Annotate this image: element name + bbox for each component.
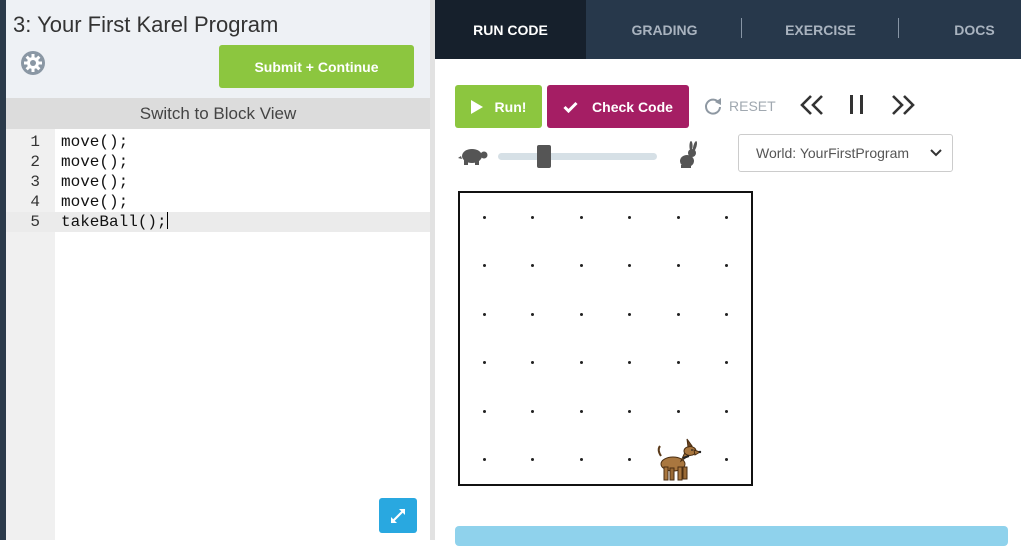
console-bar <box>455 526 1008 546</box>
check-code-button[interactable]: Check Code <box>547 85 689 128</box>
grid-corner-dot <box>482 458 486 462</box>
grid-corner-dot <box>482 312 486 316</box>
run-button[interactable]: Run! <box>455 85 542 128</box>
world-select[interactable]: World: YourFirstProgram <box>738 134 953 172</box>
grid-corner-dot <box>725 361 729 365</box>
grid-corner-dot <box>531 312 535 316</box>
code-line[interactable]: 1 move(); <box>6 132 430 152</box>
line-number: 4 <box>30 193 40 211</box>
switch-block-view-button[interactable]: Switch to Block View <box>6 98 430 129</box>
tab-run-code[interactable]: RUN CODE <box>435 0 586 59</box>
grid-corner-dot <box>579 264 583 268</box>
grid-corner-dot <box>676 264 680 268</box>
code-line[interactable]: 3 move(); <box>6 172 430 192</box>
chevron-down-icon <box>930 149 942 157</box>
code-text: move(); <box>61 153 129 171</box>
grid-corner-dot <box>579 361 583 365</box>
checkmark-icon <box>563 101 578 113</box>
grid-corner-dot <box>531 264 535 268</box>
karel-dog-icon <box>654 436 702 484</box>
grid-corner-dot <box>531 458 535 462</box>
play-icon <box>470 99 483 114</box>
grid-corner-dot <box>628 361 632 365</box>
grid-corner-dot <box>676 361 680 365</box>
line-number: 1 <box>30 133 40 151</box>
line-number: 5 <box>30 213 40 231</box>
line-number: 3 <box>30 173 40 191</box>
step-forward-icon[interactable] <box>889 92 917 118</box>
reset-label: RESET <box>729 98 776 114</box>
grid-corner-dot <box>531 361 535 365</box>
grid-corner-dot <box>531 215 535 219</box>
tab-exercise[interactable]: EXERCISE <box>743 0 898 59</box>
grid-corner-dot <box>482 215 486 219</box>
grid-corner-dot <box>628 409 632 413</box>
grid-corner-dot <box>482 361 486 365</box>
turtle-icon <box>458 149 488 165</box>
grid-corner-dot <box>579 409 583 413</box>
tab-grading[interactable]: GRADING <box>586 0 743 59</box>
karel-world-grid <box>458 191 753 486</box>
code-text: move(); <box>61 173 129 191</box>
grid-corner-dot <box>725 215 729 219</box>
grid-corner-dot <box>531 409 535 413</box>
step-back-icon[interactable] <box>798 92 826 118</box>
grid-corner-dot <box>579 312 583 316</box>
grid-corner-dot <box>725 458 729 462</box>
grid-corner-dot <box>482 409 486 413</box>
grid-corner-dot <box>725 312 729 316</box>
expand-icon <box>390 508 406 523</box>
grid-corner-dot <box>676 215 680 219</box>
output-pane: RUN CODE GRADING EXERCISE DOCS Run! Chec… <box>435 0 1021 546</box>
pause-icon[interactable] <box>843 92 871 118</box>
grid-corner-dot <box>725 409 729 413</box>
run-button-label: Run! <box>494 98 527 115</box>
grid-corner-dot <box>628 215 632 219</box>
reset-button[interactable]: RESET <box>703 93 776 119</box>
speed-slider-track[interactable] <box>498 153 657 160</box>
grid-corner-dot <box>628 264 632 268</box>
code-line[interactable]: 2 move(); <box>6 152 430 172</box>
refresh-icon <box>705 98 721 115</box>
code-line[interactable]: 4 move(); <box>6 192 430 212</box>
code-editor[interactable]: 1 move(); 2 move(); 3 move(); 4 move(); 5 takeBal… <box>6 129 430 540</box>
code-text: move(); <box>61 133 129 151</box>
grid-corner-dot <box>579 215 583 219</box>
gear-icon[interactable] <box>20 50 46 76</box>
line-number: 2 <box>30 153 40 171</box>
grid-corner-dot <box>676 312 680 316</box>
grid-corner-dot <box>482 264 486 268</box>
rabbit-icon <box>680 141 698 168</box>
expand-button[interactable] <box>379 498 417 533</box>
code-text: takeBall(); <box>61 212 168 231</box>
speed-slider-thumb[interactable] <box>537 145 551 168</box>
tab-docs[interactable]: DOCS <box>898 0 1021 59</box>
world-select-value: World: YourFirstProgram <box>756 145 910 161</box>
grid-corner-dot <box>628 312 632 316</box>
editor-header: 3: Your First Karel Program Submit + Con… <box>6 0 430 98</box>
text-cursor <box>166 212 168 229</box>
grid-corner-dot <box>579 458 583 462</box>
tab-bar: RUN CODE GRADING EXERCISE DOCS <box>435 0 1021 59</box>
grid-corner-dot <box>628 458 632 462</box>
lesson-title: 3: Your First Karel Program <box>13 12 279 37</box>
code-text: move(); <box>61 193 129 211</box>
check-code-label: Check Code <box>592 98 673 115</box>
editor-pane: 3: Your First Karel Program Submit + Con… <box>6 0 430 540</box>
grid-corner-dot <box>725 264 729 268</box>
submit-continue-button[interactable]: Submit + Continue <box>219 45 414 88</box>
grid-corner-dot <box>676 409 680 413</box>
code-line[interactable]: 5 takeBall(); <box>6 212 430 232</box>
tab-separator <box>741 18 742 38</box>
